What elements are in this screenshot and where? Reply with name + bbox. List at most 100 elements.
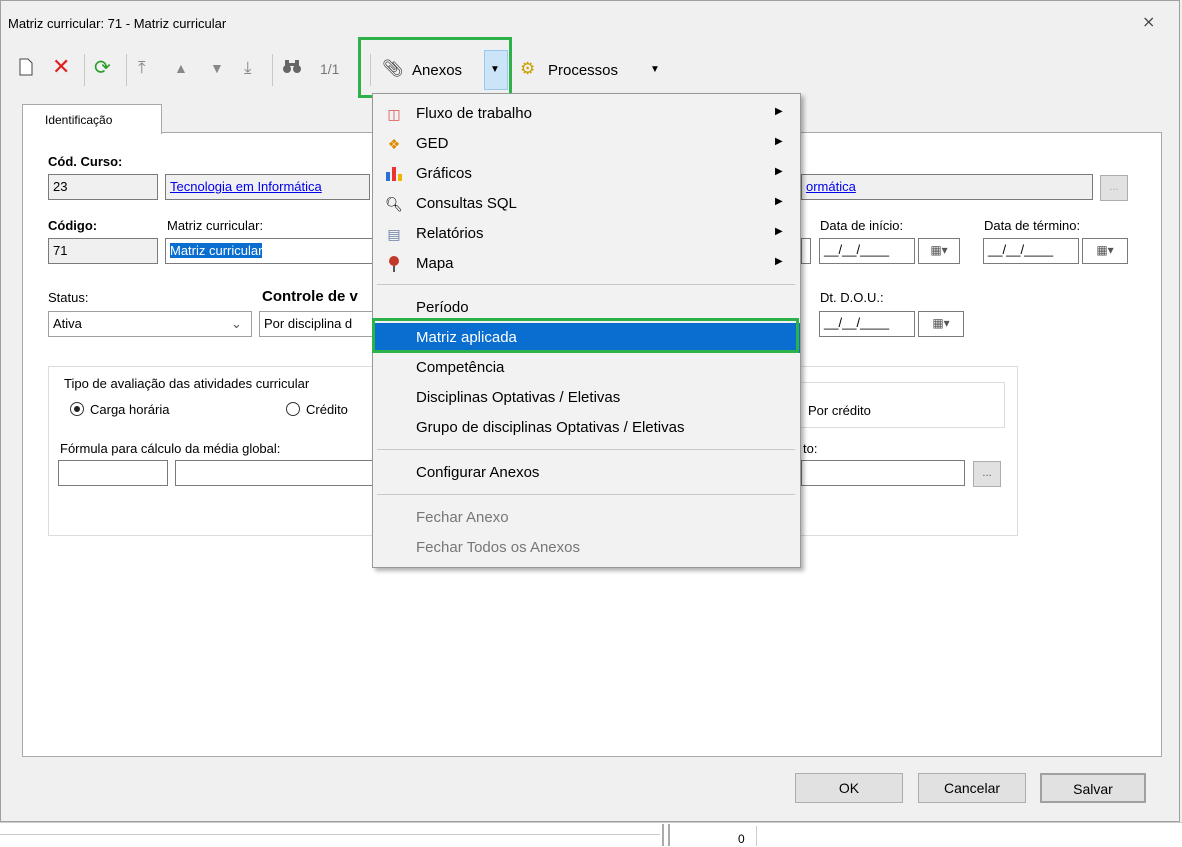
first-record-icon[interactable]: ⤒ (138, 58, 146, 78)
formula-right-field[interactable] (801, 460, 965, 486)
menu-separator (377, 449, 795, 450)
status-label: Status: (48, 290, 89, 305)
controle-select[interactable]: Por disciplina d (259, 311, 374, 337)
cod-curso-label: Cód. Curso: (48, 154, 123, 169)
gears-icon: ⚙ (520, 59, 536, 78)
last-record-icon[interactable]: ⤓ (244, 58, 252, 78)
refresh-icon[interactable]: ⟳ (94, 55, 111, 80)
curso-name-right-field: ormática (801, 174, 1093, 200)
formula-code-field[interactable] (58, 460, 168, 486)
sql-query-icon: 🔍︎ (385, 196, 403, 212)
anexos-button[interactable]: 📎︎ Anexos ▼ (372, 48, 508, 92)
menu-item-label: Consultas SQL (416, 195, 517, 212)
menu-item-label: Relatórios (416, 225, 484, 242)
menu-item-label: Configurar Anexos (416, 464, 540, 481)
submenu-arrow-icon: ▶ (775, 256, 783, 267)
cancelar-button[interactable]: Cancelar (918, 773, 1026, 803)
calendar-icon[interactable]: ▦▾ (1082, 238, 1128, 264)
workflow-icon: ◫ (387, 106, 401, 122)
menu-item-fluxo-de-trabalho[interactable]: ◫ Fluxo de trabalho ▶ (373, 99, 800, 129)
new-record-icon[interactable] (18, 58, 34, 81)
codigo-field[interactable]: 71 (48, 238, 158, 264)
matriz-label: Matriz curricular: (167, 218, 264, 233)
menu-item-fechar-anexo: Fechar Anexo (373, 503, 800, 533)
menu-item-disciplinas-optativas[interactable]: Disciplinas Optativas / Eletivas (373, 383, 800, 413)
data-inicio-label: Data de início: (820, 218, 904, 233)
ok-button[interactable]: OK (795, 773, 903, 803)
chevron-down-icon[interactable]: ▼ (650, 64, 660, 75)
browse-curso-button[interactable]: ... (1100, 175, 1128, 201)
menu-item-label: Fechar Todos os Anexos (416, 539, 580, 556)
calendar-icon[interactable]: ▦▾ (918, 238, 960, 264)
radio-por-credito[interactable]: Por crédito (808, 403, 871, 418)
menu-separator (377, 284, 795, 285)
menu-item-label: Disciplinas Optativas / Eletivas (416, 389, 621, 406)
chevron-down-icon: ⌄ (231, 316, 242, 331)
data-termino-field[interactable]: __/__/____ (983, 238, 1079, 264)
field-edge (801, 238, 811, 264)
map-pin-icon (385, 255, 403, 273)
matriz-value: Matriz curricular (170, 243, 263, 258)
menu-item-mapa[interactable]: Mapa ▶ (373, 249, 800, 279)
radio-credito-label: Crédito (306, 402, 348, 417)
menu-item-ged[interactable]: ❖ GED ▶ (373, 129, 800, 159)
matriz-field[interactable]: Matriz curricular (165, 238, 375, 264)
menu-item-label: Grupo de disciplinas Optativas / Eletiva… (416, 419, 685, 436)
anexos-label: Anexos (412, 62, 463, 79)
radio-credito[interactable]: Crédito (286, 402, 348, 417)
delete-icon[interactable]: ✕ (52, 54, 70, 80)
previous-record-icon[interactable]: ▲ (174, 60, 188, 76)
browse-formula-button[interactable]: ... (973, 461, 1001, 487)
data-termino-label: Data de término: (984, 218, 1081, 233)
formula-right-label: to: (803, 441, 818, 456)
radio-checked-icon (70, 402, 84, 416)
submenu-arrow-icon: ▶ (775, 106, 783, 117)
status-value: 0 (738, 832, 745, 846)
binoculars-icon[interactable] (282, 58, 302, 79)
paperclip-icon: 📎︎ (382, 59, 404, 78)
menu-separator (377, 494, 795, 495)
menu-item-graficos[interactable]: Gráficos ▶ (373, 159, 800, 189)
dou-label: Dt. D.O.U.: (820, 290, 884, 305)
salvar-button[interactable]: Salvar (1040, 773, 1146, 803)
status-select[interactable]: Ativa ⌄ (48, 311, 252, 337)
curso-name-field[interactable]: Tecnologia em Informática (165, 174, 370, 200)
submenu-arrow-icon: ▶ (775, 166, 783, 177)
data-inicio-field[interactable]: __/__/____ (819, 238, 915, 264)
cod-curso-field[interactable]: 23 (48, 174, 158, 200)
formula-field[interactable] (175, 460, 375, 486)
menu-item-label: GED (416, 135, 449, 152)
submenu-arrow-icon: ▶ (775, 136, 783, 147)
close-icon[interactable]: ⨯ (1142, 12, 1155, 32)
chevron-down-icon: ▼ (490, 64, 500, 75)
formula-label: Fórmula para cálculo da média global: (60, 441, 281, 456)
window-title: Matriz curricular: 71 - Matriz curricula… (8, 16, 227, 31)
radio-carga-horaria[interactable]: Carga horária (70, 402, 170, 417)
menu-item-label: Período (416, 299, 469, 316)
menu-item-fechar-todos-anexos: Fechar Todos os Anexos (373, 533, 800, 563)
next-record-icon[interactable]: ▼ (210, 60, 224, 76)
controle-label: Controle de v (262, 288, 358, 305)
submenu-arrow-icon: ▶ (775, 226, 783, 237)
matriz-aplicada-highlight (372, 318, 799, 353)
report-icon: ▤ (387, 226, 401, 242)
group-label: Tipo de avaliação das atividades curricu… (60, 376, 314, 391)
menu-item-label: Gráficos (416, 165, 472, 182)
tab-identificacao[interactable]: Identificação (22, 104, 162, 134)
record-counter: 1/1 (320, 61, 340, 77)
ged-icon: ❖ (387, 136, 401, 152)
radio-carga-label: Carga horária (90, 402, 170, 417)
dou-field[interactable]: __/__/____ (819, 311, 915, 337)
menu-item-consultas-sql[interactable]: 🔍︎ Consultas SQL ▶ (373, 189, 800, 219)
menu-item-label: Mapa (416, 255, 454, 272)
menu-item-configurar-anexos[interactable]: Configurar Anexos (373, 458, 800, 488)
menu-item-competencia[interactable]: Competência (373, 353, 800, 383)
menu-item-grupo-disciplinas-optativas[interactable]: Grupo de disciplinas Optativas / Eletiva… (373, 413, 800, 443)
processos-label: Processos (548, 62, 619, 79)
status-value: Ativa (53, 316, 82, 331)
curso-name-link[interactable]: Tecnologia em Informática (170, 179, 322, 194)
calendar-icon[interactable]: ▦▾ (918, 311, 964, 337)
menu-item-relatorios[interactable]: ▤ Relatórios ▶ (373, 219, 800, 249)
radio-unchecked-icon (286, 402, 300, 416)
processos-button[interactable]: ⚙ Processos ▼ (516, 58, 666, 84)
